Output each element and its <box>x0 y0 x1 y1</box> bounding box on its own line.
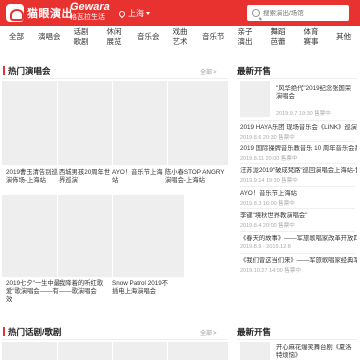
news-date: 2019.8.11 20:00 售票中 <box>240 156 298 162</box>
drama-poster[interactable] <box>168 342 228 360</box>
concert-poster[interactable] <box>2 81 57 165</box>
chevron-down-icon <box>146 12 150 15</box>
location-pin-icon <box>117 9 127 18</box>
drama-poster[interactable] <box>113 342 167 360</box>
divider <box>240 141 355 142</box>
news-date: 2019.8.9 - 2019.12.8 <box>240 244 291 250</box>
search-box <box>247 5 349 21</box>
nav-item-drama[interactable]: 话剧歌剧 <box>73 27 89 47</box>
chevron-right-icon: > <box>213 331 217 337</box>
top-bar: 猫眼演出 Gewara 格瓦拉生活 上海 <box>0 0 360 26</box>
news-date: 2019.8.3 16:00 售票中 <box>240 201 295 207</box>
divider <box>240 120 355 121</box>
concert-title[interactable]: 2019曹玉清告别巡演佈场-上海站 <box>6 169 62 185</box>
nav-item-festivals[interactable]: 音乐节 <box>202 32 225 42</box>
city-name: 上海 <box>128 9 144 18</box>
news-title[interactable]: AYO！音乐节上海站 <box>240 190 357 198</box>
nav-item-family[interactable]: 亲子演出 <box>237 27 253 47</box>
divider <box>240 163 355 164</box>
concert-poster[interactable] <box>2 195 57 277</box>
concert-title[interactable]: 陈小春STOP ANGRY演唱会-上海站 <box>165 169 227 185</box>
concert-title[interactable]: Snow Patrol 2019不插电上海演唱会 <box>112 280 172 296</box>
nav-item-exhibitions[interactable]: 休闲展览 <box>106 27 122 47</box>
news-title[interactable]: 2019 HAYA乐团 现场音乐会《LINK》巡演 上海站 <box>240 124 357 132</box>
nav-item-sports[interactable]: 体育赛事 <box>303 27 319 47</box>
news-date: 2019.10.27 14:00 售票中 <box>240 268 301 274</box>
news-title[interactable]: 《我们曾这当们来》——军旅歌唱家经典军歌上海专场演唱会 <box>240 257 357 265</box>
news-title[interactable]: 《春天的故事》——军旅歌唱家改革开放四十周年 <box>240 235 357 243</box>
brand-name: 猫眼演出 <box>27 8 73 20</box>
divider <box>2 339 228 340</box>
divider <box>240 253 355 254</box>
cat-logo-icon <box>6 4 24 22</box>
news-date: 2019.8.4 20:00 售票中 <box>240 223 295 229</box>
drama-section-title: 热门话剧/歌剧 <box>3 326 61 338</box>
concert-poster[interactable] <box>58 81 112 165</box>
nav-item-classical[interactable]: 音乐会 <box>137 32 160 42</box>
city-selector[interactable]: 上海 <box>117 8 150 19</box>
concert-title[interactable]: AYO！音乐节上海站 <box>112 169 168 185</box>
nav-item-opera[interactable]: 戏曲艺术 <box>172 27 188 47</box>
news-title[interactable]: 汪苏泷2019"破成梵路"巡回演唱会上海站-售票中 <box>240 167 357 175</box>
divider <box>240 208 355 209</box>
news2-section-title: 最新开售 <box>237 327 272 337</box>
nav-item-dance[interactable]: 舞蹈芭蕾 <box>270 27 286 47</box>
title-accent-bar <box>3 66 5 75</box>
concert-poster[interactable] <box>58 195 112 277</box>
concert-title[interactable]: 2019七夕"一生中最爱"歌演唱会——有效 <box>6 280 62 304</box>
divider <box>237 78 357 79</box>
news-date: 2019.9.7 19:30 售票中 <box>276 111 331 117</box>
drama-poster[interactable] <box>58 342 112 360</box>
concert-poster[interactable] <box>168 81 228 165</box>
news-title[interactable]: 李键"境秋世界教演唱会" <box>240 212 357 220</box>
divider <box>2 78 228 79</box>
concert-title[interactable]: 西城男孩20周年世界巡演 <box>59 169 115 185</box>
concerts-section-title: 热门演唱会 <box>3 65 51 77</box>
search-input[interactable] <box>263 9 349 17</box>
news-title[interactable]: "风华绝代"2019纪念张国荣演唱会 <box>276 85 356 101</box>
concerts-more-link[interactable]: 全部> <box>200 67 217 76</box>
news-date: 2019.9.14 19:30 售票中 <box>240 178 298 184</box>
chevron-right-icon: > <box>213 70 217 76</box>
concert-title[interactable]: 我降着的听红歌——歌演唱会 <box>59 280 115 296</box>
concert-poster[interactable] <box>113 81 167 165</box>
news-thumbnail[interactable] <box>240 342 270 360</box>
nav-item-concerts[interactable]: 演唱会 <box>38 32 61 42</box>
nav-item-all[interactable]: 全部 <box>9 32 24 42</box>
divider <box>240 231 355 232</box>
news-section-title: 最新开售 <box>237 66 272 76</box>
nav-item-other[interactable]: 其他 <box>336 32 351 42</box>
news-title[interactable]: 开心麻花爆笑舞台剧《夏洛特烦恼》 <box>276 344 356 360</box>
category-nav: 全部 演唱会 话剧歌剧 休闲展览 音乐会 戏曲艺术 音乐节 亲子演出 舞蹈芭蕾 … <box>0 26 360 56</box>
divider <box>237 339 357 340</box>
news-date: 2019.8.6 20:30 售票中 <box>240 135 295 141</box>
title-accent-bar <box>3 327 5 336</box>
news-title[interactable]: 2019 国际操牌音乐教音乐 10 周年音乐会系列演出 <box>240 145 357 153</box>
news-thumbnail[interactable] <box>240 81 270 117</box>
search-icon[interactable] <box>252 9 260 17</box>
brand-logo[interactable]: 猫眼演出 <box>6 4 73 22</box>
drama-poster[interactable] <box>2 342 57 360</box>
drama-more-link[interactable]: 全部> <box>200 328 217 337</box>
divider <box>240 186 355 187</box>
gewara-logo[interactable]: Gewara 格瓦拉生活 <box>70 2 110 22</box>
concert-poster[interactable] <box>113 195 184 277</box>
